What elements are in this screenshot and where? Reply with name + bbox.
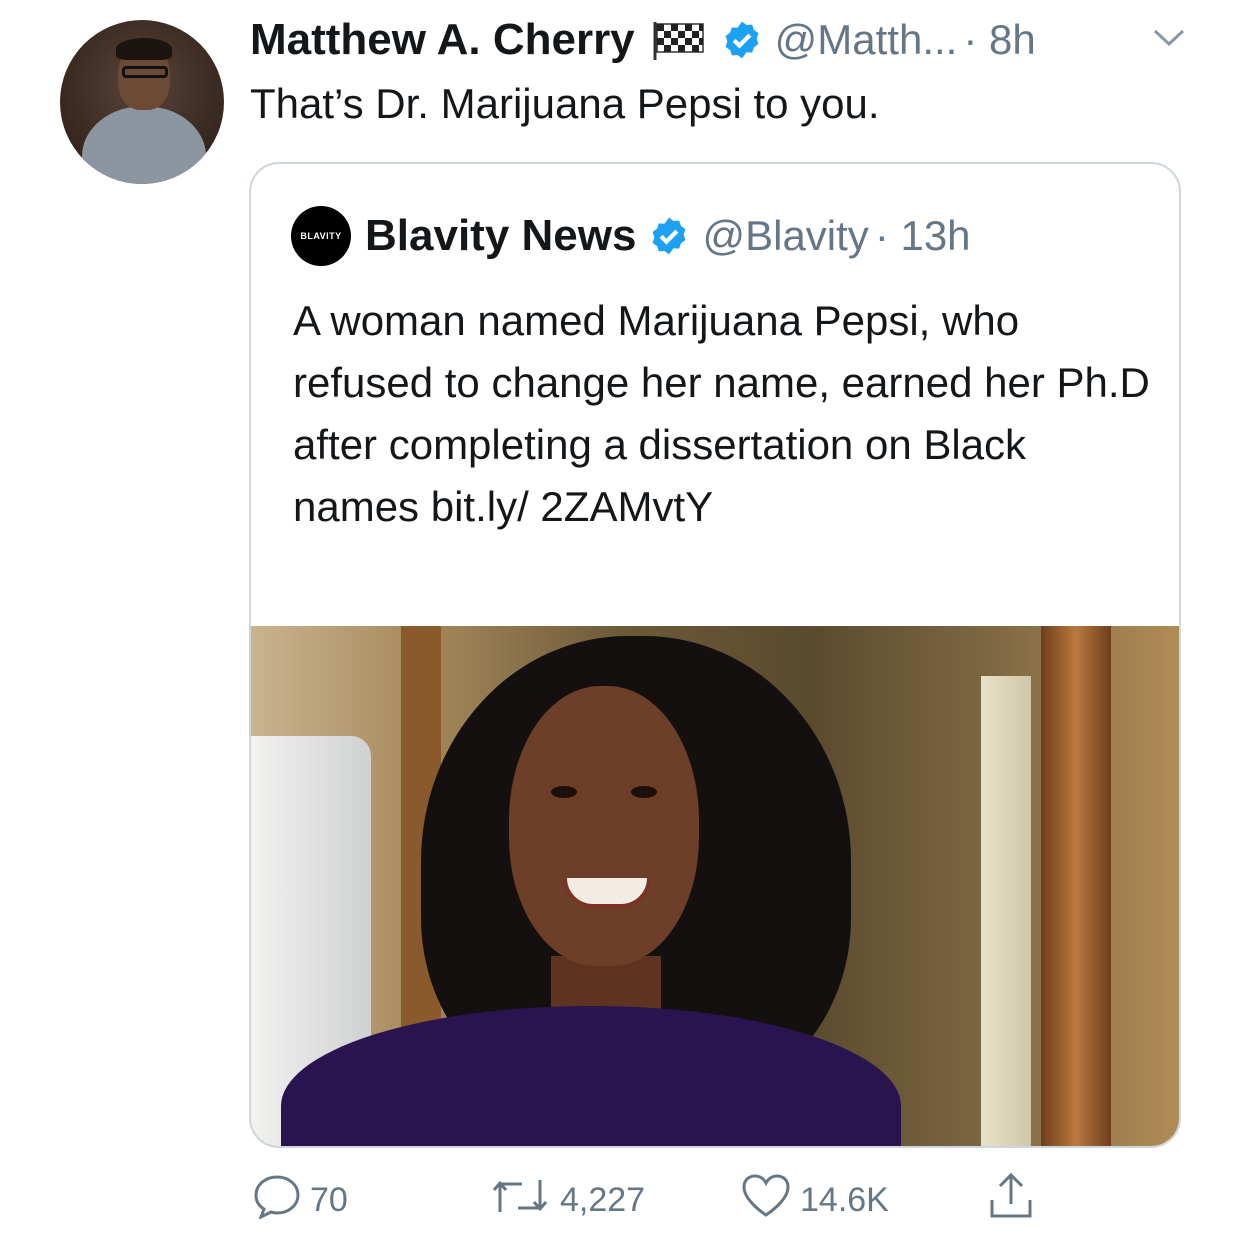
like-button[interactable]: 14.6K [740,1173,889,1228]
quoted-tweet-time: · 13h [874,212,971,259]
quoted-author-name: Blavity News [365,211,637,260]
checkered-flag-icon [651,20,707,60]
photo-eye [551,786,577,798]
blavity-logo-text: BLAVITY [300,231,342,241]
author-avatar[interactable] [60,20,224,184]
tweet-actions: 70 4,227 14.6K [250,1170,1050,1230]
verified-badge-icon [721,19,763,61]
quoted-tweet-header: BLAVITY Blavity News @Blavity · 13h [291,206,971,266]
photo-eye [631,786,657,798]
photo-face [509,686,699,966]
verified-badge-icon [648,215,690,257]
author-handle[interactable]: @Matth... [775,16,958,64]
share-button[interactable] [988,1172,1034,1229]
reply-count: 70 [310,1180,348,1219]
author-name[interactable]: Matthew A. Cherry [250,15,635,65]
retweet-button[interactable]: 4,227 [488,1174,645,1227]
avatar-hair [116,38,172,60]
reply-icon [252,1173,302,1228]
quoted-tweet-text: A woman named Marijuana Pepsi, who refus… [293,297,1150,530]
quoted-author-handle: @Blavity [702,212,869,259]
retweet-count: 4,227 [560,1180,646,1219]
tweet-time[interactable]: · 8h [963,16,1035,64]
tweet-text: That’s Dr. Marijuana Pepsi to you. [250,80,880,127]
avatar-glasses [122,66,168,78]
avatar-body [82,106,206,184]
share-icon [988,1172,1034,1229]
like-count: 14.6K [800,1180,889,1219]
photo-curtain [981,676,1031,1146]
retweet-icon [488,1174,552,1227]
quoted-tweet[interactable]: BLAVITY Blavity News @Blavity · 13h A wo… [249,162,1181,1148]
blavity-logo: BLAVITY [291,206,351,266]
photo-trim-right [1041,626,1111,1146]
chevron-down-icon[interactable] [1152,26,1186,55]
like-icon [740,1173,792,1228]
quoted-tweet-photo[interactable] [251,626,1179,1146]
reply-button[interactable]: 70 [252,1173,348,1228]
tweet-header: Matthew A. Cherry @Matth... · 8h [250,12,1036,68]
